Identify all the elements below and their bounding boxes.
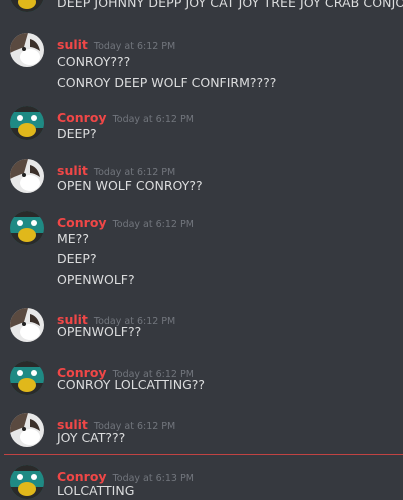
avatar[interactable]	[10, 413, 44, 447]
author-name[interactable]: sulit	[57, 37, 88, 52]
timestamp: Today at 6:12 PM	[93, 41, 176, 52]
avatar[interactable]	[10, 308, 44, 342]
message-text: OPENWOLF?	[57, 272, 135, 287]
cat-avatar-icon	[10, 33, 44, 67]
timestamp: Today at 6:12 PM	[93, 167, 176, 178]
avatar[interactable]	[10, 361, 44, 395]
author-name[interactable]: sulit	[57, 163, 88, 178]
avatar[interactable]	[10, 159, 44, 193]
duck-avatar-icon	[10, 361, 44, 395]
author-name[interactable]: Conroy	[57, 469, 107, 484]
previous-message-tail: DEEP JOHNNY DEPP JOY CAT JOY TREE JOY CR…	[0, 0, 403, 16]
message-text: ME??	[57, 231, 89, 246]
avatar[interactable]	[10, 33, 44, 67]
message-text: LOLCATTING	[57, 483, 135, 498]
message-text: OPENWOLF??	[57, 324, 142, 339]
avatar[interactable]	[10, 465, 44, 499]
cat-avatar-icon	[10, 308, 44, 342]
duck-avatar-icon	[10, 465, 44, 499]
message-text: DEEP JOHNNY DEPP JOY CAT JOY TREE JOY CR…	[57, 0, 403, 10]
cat-avatar-icon	[10, 413, 44, 447]
message-text: OPEN WOLF CONROY??	[57, 178, 203, 193]
duck-avatar-icon	[10, 106, 44, 140]
avatar[interactable]	[10, 106, 44, 140]
avatar[interactable]	[10, 211, 44, 245]
message-text: DEEP?	[57, 126, 97, 141]
cat-avatar-icon	[10, 159, 44, 193]
author-name[interactable]: Conroy	[57, 110, 107, 125]
timestamp: Today at 6:12 PM	[112, 219, 194, 230]
avatar[interactable]	[10, 0, 44, 12]
duck-avatar-icon	[10, 211, 44, 245]
timestamp: Today at 6:12 PM	[112, 114, 194, 125]
message-text: DEEP?	[57, 251, 97, 266]
new-messages-divider	[4, 454, 403, 455]
message-text: CONROY DEEP WOLF CONFIRM????	[57, 75, 277, 90]
message-text: JOY CAT???	[57, 430, 126, 445]
author-name[interactable]: Conroy	[57, 215, 107, 230]
message-text: CONROY LOLCATTING??	[57, 377, 206, 392]
message-text: CONROY???	[57, 54, 131, 69]
